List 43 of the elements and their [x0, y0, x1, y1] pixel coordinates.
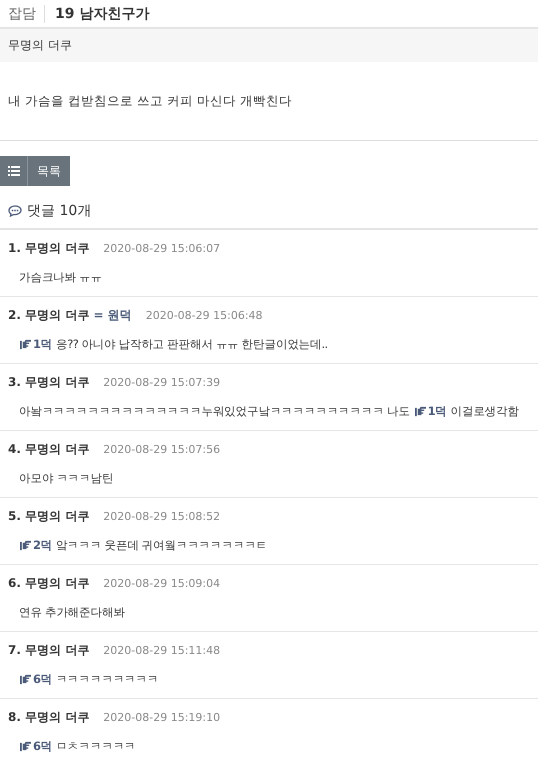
list-icon — [8, 166, 20, 176]
comment-text: 아모야 ㅋㅋㅋ남틴 — [19, 471, 114, 486]
comment-author: 7. 무명의 더쿠 — [8, 642, 90, 659]
post-body: 내 가슴을 컵받침으로 쓰고 커피 마신다 개빡친다 — [8, 93, 292, 108]
reply-reference-link[interactable]: 6덕 — [33, 739, 52, 754]
pointing-hand-icon — [414, 406, 427, 417]
comment-author: 2. 무명의 더쿠 = 원덕 — [8, 307, 132, 324]
reply-reference-link[interactable]: 1덕 — [33, 337, 52, 352]
post-title: 19 남자친구가 — [54, 4, 150, 22]
list-button[interactable]: 목록 — [0, 156, 70, 186]
reply-reference-link[interactable]: 6덕 — [33, 672, 52, 687]
comment-text: ㅋㅋㅋㅋㅋㅋㅋㅋㅋ — [56, 672, 158, 687]
comment-time: 2020-08-29 15:07:39 — [103, 376, 220, 389]
comment-time: 2020-08-29 15:08:52 — [103, 510, 220, 523]
speech-bubble-icon — [8, 205, 22, 217]
pointing-hand-icon — [19, 674, 32, 685]
board-category[interactable]: 잡담 — [8, 4, 45, 22]
comment-author: 5. 무명의 더쿠 — [8, 508, 90, 525]
comment-time: 2020-08-29 15:09:04 — [103, 577, 220, 590]
comment-author: 1. 무명의 더쿠 — [8, 240, 90, 257]
pointing-hand-icon — [19, 339, 32, 350]
comment-time: 2020-08-29 15:19:10 — [103, 711, 220, 724]
reply-reference-link[interactable]: 2덕 — [33, 538, 52, 553]
comment-time: 2020-08-29 15:07:56 — [103, 443, 220, 456]
comment-time: 2020-08-29 15:11:48 — [103, 644, 220, 657]
comment-time: 2020-08-29 15:06:07 — [103, 242, 220, 255]
comment-text: 이걸로생각함 — [450, 404, 519, 419]
comment-count: 댓글 10개 — [27, 202, 92, 220]
comment-text: 가슴크나봐 ㅠㅠ — [19, 270, 102, 285]
post-author: 무명의 더쿠 — [8, 37, 72, 54]
comment-text: ㅁㅊㅋㅋㅋㅋㅋ — [56, 739, 136, 754]
pointing-hand-icon — [19, 540, 32, 551]
comment-author: 3. 무명의 더쿠 — [8, 374, 90, 391]
reply-reference-link[interactable]: 1덕 — [428, 404, 446, 419]
comment-text: 앜ㅋㅋㅋ 웃픈데 귀여웤ㅋㅋㅋㅋㅋㅋㅋㅌ — [56, 538, 268, 553]
comment-time: 2020-08-29 15:06:48 — [146, 309, 263, 322]
comment-author: 8. 무명의 더쿠 — [8, 709, 90, 726]
comment-author: 4. 무명의 더쿠 — [8, 441, 90, 458]
comment-text: 연유 추가해준다해봐 — [19, 605, 125, 620]
comment-author: 6. 무명의 더쿠 — [8, 575, 90, 592]
pointing-hand-icon — [19, 741, 32, 752]
comment-text: 응?? 아니야 납작하고 판판해서 ㅠㅠ 한탄글이었는데.. — [56, 337, 328, 352]
comment-text: 아놬ㅋㅋㅋㅋㅋㅋㅋㅋㅋㅋㅋㅋㅋㅋ누워있었구낰ㅋㅋㅋㅋㅋㅋㅋㅋㅋㅋ 나도 — [19, 404, 410, 419]
